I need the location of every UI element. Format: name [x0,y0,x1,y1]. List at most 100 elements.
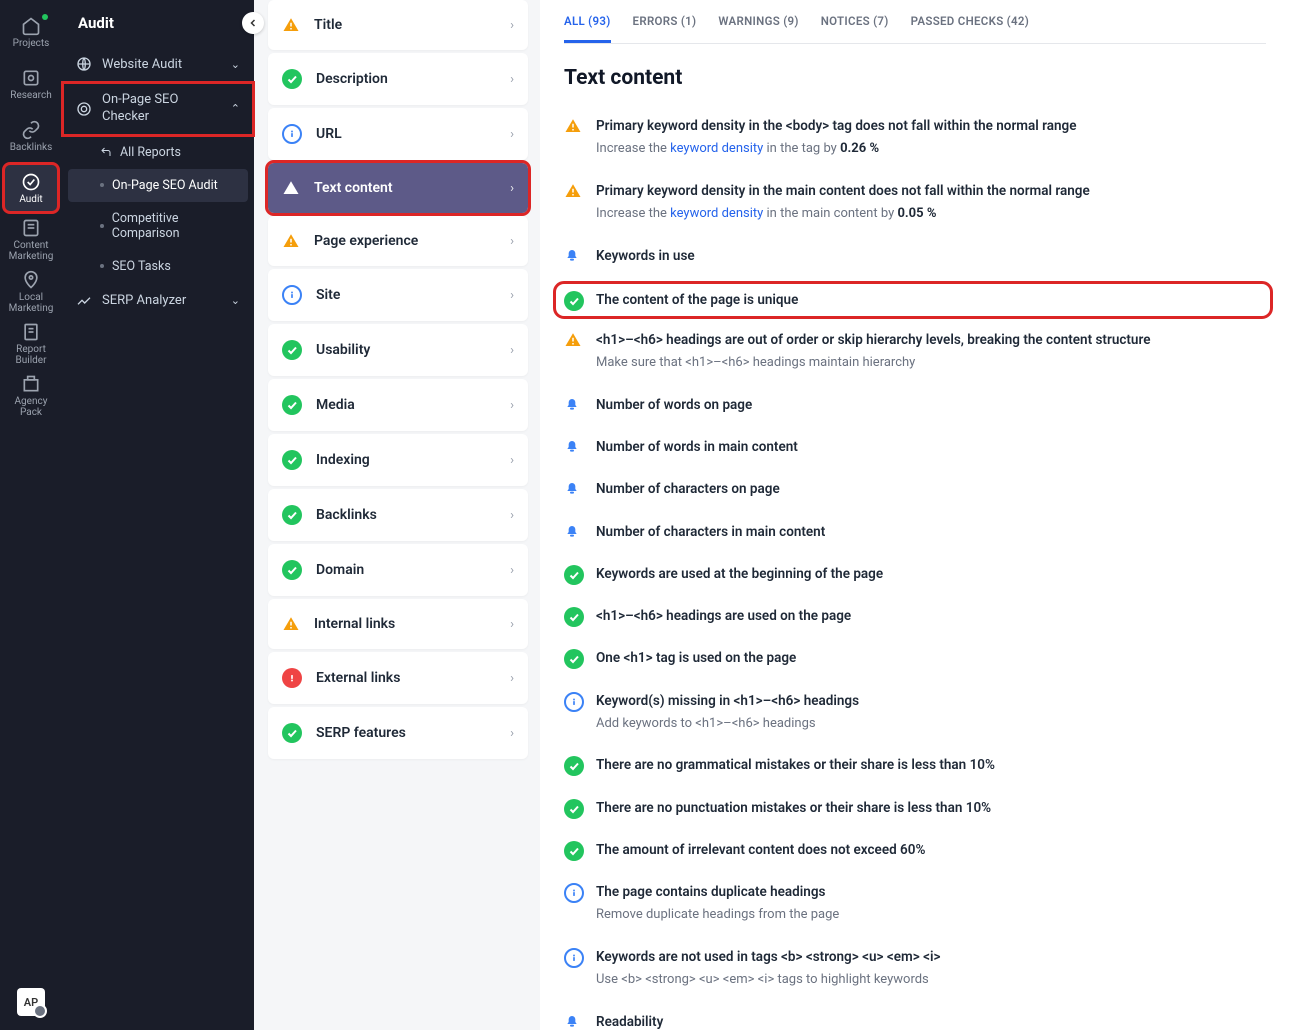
check-category-url[interactable]: URL › [268,108,528,160]
warning-icon [564,117,582,135]
user-avatar[interactable]: AP [17,988,45,1016]
check-category-media[interactable]: Media› [268,379,528,431]
rail-research[interactable]: Research [4,60,58,108]
check-category-title[interactable]: Title› [268,0,528,50]
issue-row[interactable]: There are no punctuation mistakes or the… [564,798,1266,818]
nav-website-audit[interactable]: Website Audit ⌄ [62,46,254,82]
tab[interactable]: WARNINGS (9) [718,14,798,43]
rail-backlinks[interactable]: Backlinks [4,112,58,160]
check-category-domain[interactable]: Domain › [268,544,528,596]
section-heading: Text content [564,66,1266,90]
agency-pack-icon [21,374,41,394]
nav-sub-label: Competitive Comparison [112,211,240,241]
issue-row[interactable]: The page contains duplicate headingsRemo… [564,882,1266,925]
nav-sub-item[interactable]: SEO Tasks [62,250,254,283]
issue-description: Use <b> <strong> <u> <em> <i> tags to hi… [596,970,1266,990]
check-category-description[interactable]: Description› [268,53,528,105]
issue-row[interactable]: There are no grammatical mistakes or the… [564,755,1266,775]
error-icon [282,668,302,688]
issue-row[interactable]: <h1>–<h6> headings are used on the page [564,606,1266,626]
rail-local-marketing[interactable]: Local Marketing [4,268,58,316]
tab[interactable]: ERRORS (1) [633,14,697,43]
issue-row[interactable]: Keywords in use [564,246,1266,266]
issue-row[interactable]: <h1>–<h6> headings are out of order or s… [564,330,1266,373]
issue-title: <h1>–<h6> headings are used on the page [596,606,1266,626]
chevron-right-icon: › [510,563,514,578]
issue-title: One <h1> tag is used on the page [596,648,1266,668]
info-icon [282,285,302,305]
issue-row[interactable]: Number of words in main content [564,437,1266,457]
bullet-icon [100,183,104,187]
issue-row[interactable]: Keyword(s) missing in <h1>–<h6> headings… [564,691,1266,734]
issue-title: Number of characters in main content [596,522,1266,542]
issue-title: There are no punctuation mistakes or the… [596,798,1266,818]
notice-icon [564,247,580,265]
check-category-usability[interactable]: Usability› [268,324,528,376]
notice-icon [564,396,580,414]
issue-row[interactable]: Number of characters on page [564,479,1266,499]
issue-row[interactable]: Keywords are used at the beginning of th… [564,564,1266,584]
nav-sub-item[interactable]: On-Page SEO Audit [68,169,248,202]
issue-row[interactable]: Keywords are not used in tags <b> <stron… [564,947,1266,990]
check-categories: Title›Description›URL›Text content›Page … [254,0,540,1030]
bullet-icon [100,264,104,268]
rail-label: Report Builder [4,344,58,366]
rail-agency-pack[interactable]: Agency Pack [4,372,58,420]
nav-onpage-seo-checker[interactable]: On-Page SEO Checker ⌃ [62,82,254,136]
issue-row[interactable]: The content of the page is unique [560,288,1266,312]
warning-icon [282,16,300,34]
issue-title: <h1>–<h6> headings are out of order or s… [596,330,1266,350]
check-category-backlinks[interactable]: Backlinks› [268,489,528,541]
check-label: Domain [316,562,496,578]
rail-label: Content Marketing [4,240,58,262]
issue-row[interactable]: Number of characters in main content [564,522,1266,542]
rail-projects[interactable]: Projects [4,8,58,56]
chevron-right-icon: › [510,18,514,33]
tab[interactable]: ALL (93) [564,14,611,43]
issue-row[interactable]: Primary keyword density in the main cont… [564,181,1266,224]
check-category-serp-features[interactable]: SERP features› [268,707,528,759]
nav-sub-item[interactable]: All Reports [62,136,254,169]
chevron-right-icon: › [510,343,514,358]
check-label: Site [316,287,496,303]
issue-row[interactable]: Number of words on page [564,395,1266,415]
nav-serp-analyzer[interactable]: SERP Analyzer ⌄ [62,283,254,319]
tab[interactable]: PASSED CHECKS (42) [911,14,1029,43]
nav-sub-item[interactable]: Competitive Comparison [62,202,254,250]
check-label: SERP features [316,725,496,741]
check-category-site[interactable]: Site› [268,269,528,321]
issue-row[interactable]: Readability [564,1012,1266,1030]
check-label: Page experience [314,233,496,249]
check-label: URL [316,126,496,142]
rail-content-marketing[interactable]: Content Marketing [4,216,58,264]
check-category-text-content[interactable]: Text content› [268,163,528,213]
collapse-sidebar-button[interactable] [242,12,264,34]
check-label: Description [316,71,496,87]
check-category-page-experience[interactable]: Page experience› [268,216,528,266]
rail-audit[interactable]: Audit [4,164,58,212]
issue-title: Keywords in use [596,246,1266,266]
issue-row[interactable]: Primary keyword density in the <body> ta… [564,116,1266,159]
notice-icon [564,523,580,541]
chevron-down-icon: ⌄ [231,294,240,307]
chevron-right-icon: › [510,127,514,142]
issue-row[interactable]: The amount of irrelevant content does no… [564,840,1266,860]
issue-title: Primary keyword density in the main cont… [596,181,1266,201]
issue-title: The content of the page is unique [596,290,1262,310]
pass-icon [564,841,584,861]
rail-label: Local Marketing [4,292,58,314]
check-category-internal-links[interactable]: Internal links› [268,599,528,649]
check-category-indexing[interactable]: Indexing› [268,434,528,486]
chevron-right-icon: › [510,508,514,523]
issue-row[interactable]: One <h1> tag is used on the page [564,648,1266,668]
rail-label: Projects [13,38,50,49]
issue-title: Primary keyword density in the <body> ta… [596,116,1266,136]
rail-report-builder[interactable]: Report Builder [4,320,58,368]
warning-icon [564,182,582,200]
tab[interactable]: NOTICES (7) [821,14,889,43]
pass-icon [282,340,302,360]
pass-icon [564,649,584,669]
check-category-external-links[interactable]: External links› [268,652,528,704]
issue-title: Readability [596,1012,1266,1030]
check-label: Text content [314,180,496,196]
